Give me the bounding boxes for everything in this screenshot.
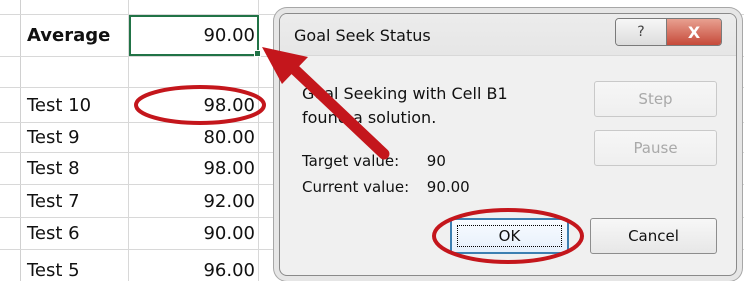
cell-label-average[interactable]: Average: [0, 15, 129, 56]
cell-value-test-5[interactable]: 96.00: [129, 250, 259, 281]
current-value-label: Current value:: [302, 178, 410, 196]
goal-seek-status-dialog: Goal Seek Status ? X Goal Seeking with C…: [279, 13, 737, 276]
ok-button[interactable]: OK: [450, 218, 569, 254]
close-icon: X: [687, 22, 701, 42]
cell-c-top[interactable]: [259, 0, 744, 14]
dialog-body: Goal Seeking with Cell B1 found a soluti…: [280, 56, 736, 275]
cell-value-test-8[interactable]: 98.00: [129, 153, 259, 184]
cell-value-test-6[interactable]: 90.00: [129, 218, 259, 249]
dialog-title: Goal Seek Status: [294, 26, 431, 45]
cell-label-test-9[interactable]: Test 9: [0, 123, 129, 152]
cell-label-test-6[interactable]: Test 6: [0, 218, 129, 249]
cell-label-test-8[interactable]: Test 8: [0, 153, 129, 184]
status-message: Goal Seeking with Cell B1 found a soluti…: [302, 82, 602, 130]
current-value: 90.00: [426, 178, 470, 196]
help-icon: ?: [637, 24, 645, 40]
cell-value-test-9[interactable]: 80.00: [129, 123, 259, 152]
close-button[interactable]: X: [667, 19, 721, 45]
step-button[interactable]: Step: [594, 81, 717, 117]
cell-value-average[interactable]: 90.00: [129, 15, 259, 56]
fill-handle[interactable]: [254, 50, 261, 57]
cell-label-test-7[interactable]: Test 7: [0, 185, 129, 217]
current-value-row: Current value: 90.00: [302, 178, 470, 196]
cell-a-top[interactable]: [0, 0, 129, 14]
cancel-button[interactable]: Cancel: [590, 218, 717, 254]
target-value-row: Target value: 90: [302, 152, 446, 170]
cell-label-empty[interactable]: [0, 57, 129, 87]
screenshot-stage: Average 90.00 Test 10 98.00 Test 9 80.00…: [0, 0, 744, 281]
target-value-label: Target value:: [302, 152, 400, 170]
cell-label-test-5[interactable]: Test 5: [0, 250, 129, 281]
ok-button-label: OK: [498, 227, 521, 245]
status-message-line1: Goal Seeking with Cell B1: [302, 84, 508, 103]
cell-value-test-10[interactable]: 98.00: [129, 88, 259, 122]
title-buttons: ? X: [615, 18, 722, 46]
target-value: 90: [426, 152, 446, 170]
cell-value-test-7[interactable]: 92.00: [129, 185, 259, 217]
cell-label-test-10[interactable]: Test 10: [0, 88, 129, 122]
cell-value-empty[interactable]: [129, 57, 259, 87]
dialog-titlebar[interactable]: Goal Seek Status ? X: [280, 14, 736, 56]
pause-button[interactable]: Pause: [594, 130, 717, 166]
status-message-line2: found a solution.: [302, 108, 437, 127]
help-button[interactable]: ?: [616, 19, 667, 45]
cell-b-top[interactable]: [129, 0, 259, 14]
